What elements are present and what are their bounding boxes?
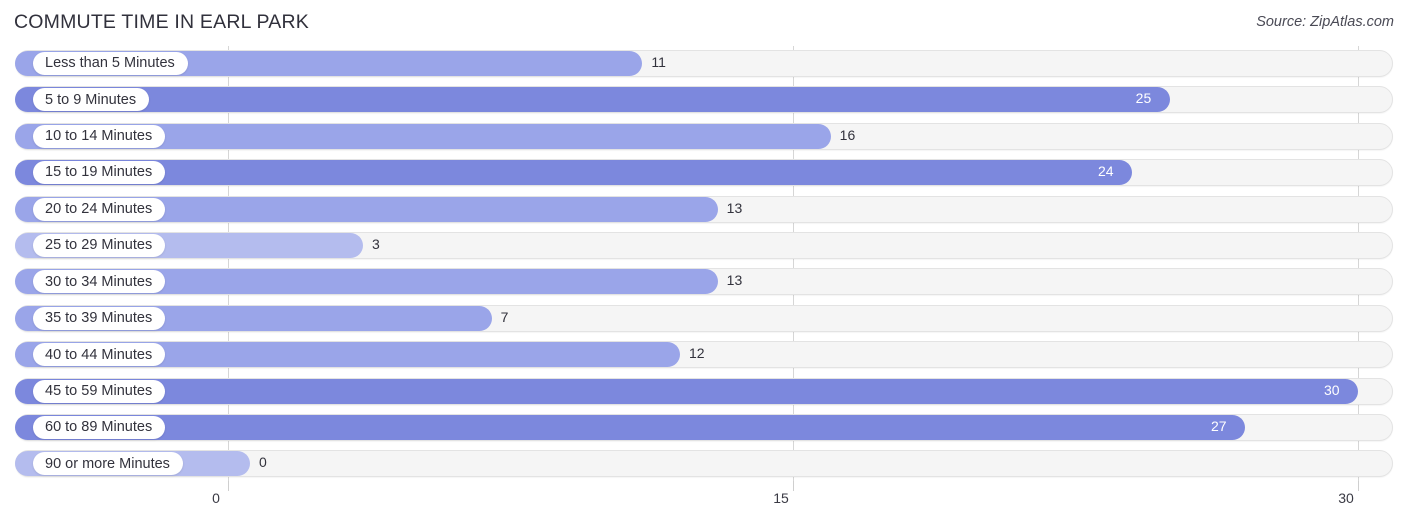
category-label: Less than 5 Minutes	[45, 55, 175, 72]
chart-container: COMMUTE TIME IN EARL PARK Source: ZipAtl…	[0, 0, 1406, 523]
chart-header: COMMUTE TIME IN EARL PARK Source: ZipAtl…	[0, 0, 1406, 46]
table-row[interactable]: 35 to 39 Minutes 7	[0, 301, 1406, 337]
category-label-pill: 5 to 9 Minutes	[33, 88, 150, 112]
bar-value-label: 16	[839, 126, 856, 143]
table-row[interactable]: 90 or more Minutes 0	[0, 446, 1406, 482]
bar-fill[interactable]	[15, 415, 1245, 441]
category-label-pill: 30 to 34 Minutes	[33, 270, 166, 294]
category-label-pill: 60 to 89 Minutes	[33, 416, 166, 440]
table-row[interactable]: 10 to 14 Minutes 16	[0, 119, 1406, 155]
bar-value-label: 12	[689, 345, 705, 362]
table-row[interactable]: 60 to 89 Minutes 27	[0, 410, 1406, 446]
table-row[interactable]: 30 to 34 Minutes 13	[0, 264, 1406, 300]
category-label: 10 to 14 Minutes	[45, 128, 153, 145]
bar-value-label: 27	[1211, 418, 1227, 435]
category-label-pill: 20 to 24 Minutes	[33, 197, 166, 221]
axis-tick-label: 0	[212, 490, 220, 506]
bar-fill[interactable]	[15, 87, 1170, 113]
category-label: 45 to 59 Minutes	[45, 382, 153, 399]
bar-rows: Less than 5 Minutes 11 5 to 9 Minutes 25 10 …	[0, 46, 1406, 483]
category-label-pill: 15 to 19 Minutes	[33, 161, 166, 185]
table-row[interactable]: 5 to 9 Minutes 25	[0, 82, 1406, 118]
x-axis: 0 15 30	[0, 481, 1406, 523]
axis-tick-mark	[1358, 481, 1359, 491]
bar-value-label: 13	[726, 199, 743, 216]
bar-value-label: 0	[259, 454, 267, 471]
category-label: 15 to 19 Minutes	[45, 164, 153, 181]
category-label-pill: 25 to 29 Minutes	[33, 234, 166, 258]
category-label: 30 to 34 Minutes	[45, 273, 153, 290]
axis-tick-mark	[228, 481, 229, 491]
bar-value-label: 30	[1324, 381, 1340, 398]
source-label: Source: ZipAtlas.com	[1256, 14, 1394, 30]
category-label-pill: 35 to 39 Minutes	[33, 306, 166, 330]
category-label: 5 to 9 Minutes	[45, 91, 137, 108]
axis-tick-label: 15	[773, 490, 789, 506]
category-label: 40 to 44 Minutes	[45, 346, 153, 363]
category-label-pill: 90 or more Minutes	[33, 452, 183, 476]
axis-tick-mark	[793, 481, 794, 491]
category-label-pill: 45 to 59 Minutes	[33, 379, 166, 403]
bar-value-label: 13	[726, 272, 743, 289]
bar-value-label: 7	[500, 308, 509, 325]
bar-value-label: 24	[1098, 163, 1114, 180]
category-label-pill: 10 to 14 Minutes	[33, 124, 166, 148]
bar-value-label: 25	[1135, 90, 1152, 107]
page-title: COMMUTE TIME IN EARL PARK	[14, 11, 310, 33]
bar-value-label: 11	[651, 54, 666, 70]
category-label-pill: 40 to 44 Minutes	[33, 343, 166, 367]
category-label: 35 to 39 Minutes	[45, 310, 153, 327]
plot-area: Less than 5 Minutes 11 5 to 9 Minutes 25 10 …	[0, 46, 1406, 487]
table-row[interactable]: 25 to 29 Minutes 3	[0, 228, 1406, 264]
bar-value-label: 3	[372, 236, 380, 253]
bar-fill[interactable]	[15, 378, 1358, 404]
table-row[interactable]: Less than 5 Minutes 11	[0, 46, 1406, 82]
table-row[interactable]: 40 to 44 Minutes 12	[0, 337, 1406, 373]
category-label: 20 to 24 Minutes	[45, 200, 153, 217]
category-label: 90 or more Minutes	[45, 455, 170, 472]
category-label: 60 to 89 Minutes	[45, 419, 153, 436]
category-label: 25 to 29 Minutes	[45, 237, 153, 254]
category-label-pill: Less than 5 Minutes	[33, 52, 188, 75]
axis-tick-label: 30	[1338, 490, 1354, 506]
table-row[interactable]: 20 to 24 Minutes 13	[0, 192, 1406, 228]
table-row[interactable]: 15 to 19 Minutes 24	[0, 155, 1406, 191]
table-row[interactable]: 45 to 59 Minutes 30	[0, 374, 1406, 410]
bar-fill[interactable]	[15, 160, 1132, 186]
